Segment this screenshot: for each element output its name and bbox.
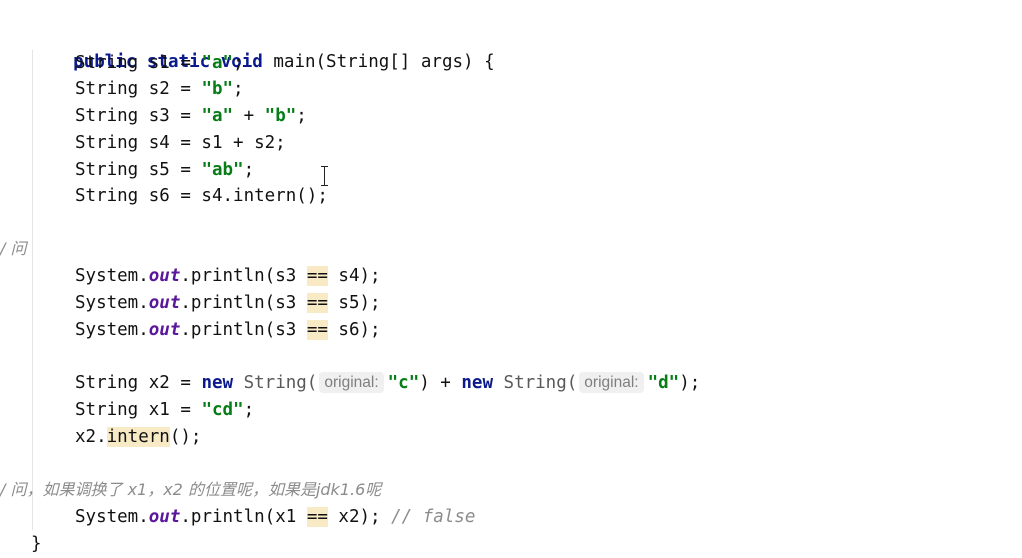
string-literal: "ab" [201,160,244,180]
code-text: String s5 = [75,160,202,180]
code-text: + [233,106,265,126]
code-text: x2); [327,507,392,527]
code-text: ; [243,400,255,420]
code-text: ; [233,79,244,99]
string-literal: "a" [201,106,234,126]
code-text: System. [75,293,149,313]
code-text: .println(s3 [180,320,307,340]
code-line-s4[interactable]: String s4 = s1 + s2; [75,130,286,156]
code-text: System. [75,320,149,340]
comment-text: / 问 [0,239,27,258]
string-literal: "b" [264,106,297,126]
string-literal: "d" [647,373,680,393]
code-text: ; [233,53,244,73]
code-line-s6[interactable]: String s6 = s4.intern(); [75,183,328,209]
comment-question[interactable]: / 问 [0,236,26,262]
code-editor[interactable]: public static void main(String[] args) {… [0,0,1022,558]
indent-guide [32,50,33,530]
closing-brace: } [31,534,42,554]
code-line-println-x1-x2[interactable]: System.out.println(x1 == x2); // false [75,504,475,530]
code-text: String s6 = s4.intern(); [75,186,328,206]
code-text: ) + [419,373,462,393]
code-line-s3[interactable]: String s3 = "a" + "b"; [75,103,307,129]
text-cursor-icon [321,166,328,186]
code-text: System. [75,266,149,286]
code-text: ; [296,106,307,126]
code-text: String s4 = s1 + s2; [75,133,286,153]
code-text: ); [679,373,701,393]
code-text: String x2 = [75,373,202,393]
field-out: out [148,266,181,286]
type-string-ctor: String( [233,373,318,393]
string-literal: "c" [387,373,420,393]
inline-comment-false: // false [391,507,476,527]
code-text: String s1 = [75,53,202,73]
operator-equals-highlight: == [306,507,328,527]
code-line-println-s3-s4[interactable]: System.out.println(s3 == s4); [75,263,381,289]
field-out: out [148,507,181,527]
code-line-println-s3-s6[interactable]: System.out.println(s3 == s6); [75,317,381,343]
code-text: String s2 = [75,79,202,99]
code-line-closing-brace[interactable]: } [31,531,42,557]
string-literal: "b" [201,79,234,99]
method-intern-highlight: intern [106,427,170,447]
code-line-main-signature[interactable]: public static void main(String[] args) { [31,23,494,72]
operator-equals-highlight: == [306,266,328,286]
code-line-x2-intern[interactable]: x2.intern(); [75,424,201,450]
code-line-s2[interactable]: String s2 = "b"; [75,76,244,102]
field-out: out [148,293,181,313]
comment-swap-question[interactable]: / 问，如果调换了 x1，x2 的位置呢，如果是jdk1.6呢 [0,477,381,503]
code-line-s5[interactable]: String s5 = "ab"; [75,157,254,183]
string-literal: "cd" [201,400,244,420]
type-string-ctor: String( [493,373,578,393]
string-literal: "a" [201,53,234,73]
code-text: ; [243,160,255,180]
main-signature-rest: main(String[] args) { [262,52,495,72]
code-text: s6); [327,320,381,340]
code-text: .println(s3 [180,293,307,313]
code-text: String s3 = [75,106,202,126]
comment-text: / 问，如果调换了 x1，x2 的位置呢，如果是jdk1.6呢 [0,480,382,499]
code-text: .println(s3 [180,266,307,286]
parameter-hint-original: original: [319,372,384,393]
operator-equals-highlight: == [306,320,328,340]
code-text: System. [75,507,149,527]
code-text: s4); [327,266,381,286]
code-text: s5); [327,293,381,313]
code-text: (); [169,427,202,447]
code-text: .println(x1 [180,507,307,527]
field-out: out [148,320,181,340]
code-line-x1[interactable]: String x1 = "cd"; [75,397,254,423]
keyword-new: new [201,373,234,393]
code-line-s1[interactable]: String s1 = "a"; [75,50,244,76]
parameter-hint-original: original: [579,372,644,393]
operator-equals-highlight: == [306,293,328,313]
code-text: String x1 = [75,400,202,420]
code-line-println-s3-s5[interactable]: System.out.println(s3 == s5); [75,290,381,316]
keyword-new: new [461,373,493,393]
code-line-x2[interactable]: String x2 = new String(original: "c") + n… [75,370,700,396]
code-text: x2. [75,427,107,447]
